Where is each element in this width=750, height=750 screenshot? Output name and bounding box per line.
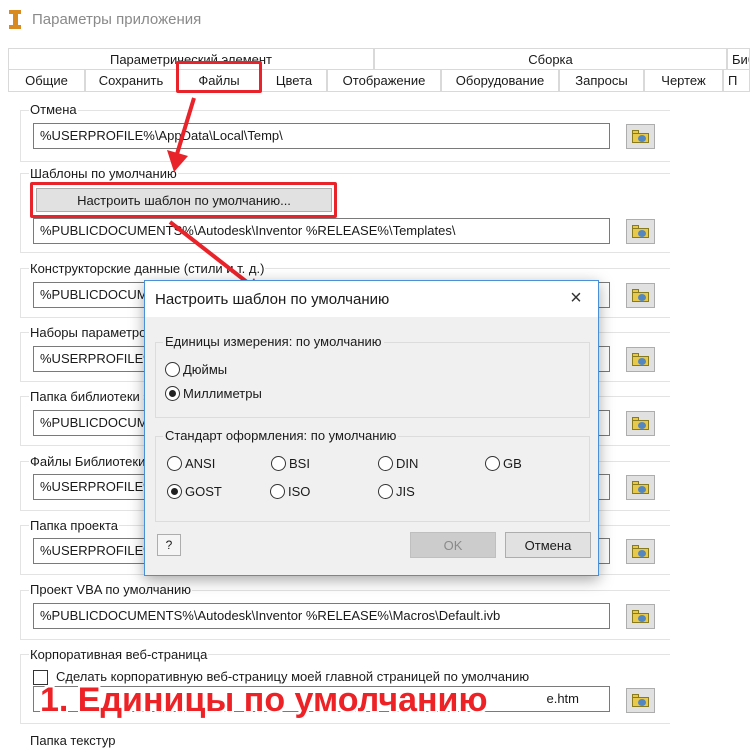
dialog-title-bar: Настроить шаблон по умолчанию ×: [145, 281, 598, 317]
cancel-button[interactable]: Отмена: [505, 532, 591, 558]
tab-general[interactable]: Общие: [8, 69, 85, 91]
folder-browse-icon: [632, 610, 649, 623]
bsi-label: BSI: [289, 456, 310, 471]
web-page-browse-button[interactable]: [626, 688, 655, 713]
design-data-browse-button[interactable]: [626, 283, 655, 308]
inches-label: Дюймы: [183, 362, 228, 377]
design-data-label: Конструкторские данные (стили и т. д.): [29, 261, 266, 276]
radio-jis[interactable]: [378, 484, 393, 499]
radio-ansi[interactable]: [167, 456, 182, 471]
folder-browse-icon: [632, 545, 649, 558]
templates-browse-button[interactable]: [626, 219, 655, 244]
help-icon[interactable]: ?: [157, 534, 181, 556]
title-bar: Параметры приложения: [0, 0, 750, 38]
jis-label: JIS: [396, 484, 415, 499]
lib-files-label: Файлы Библиотеки: [29, 454, 147, 469]
tab-strip: Параметрический элемент Сборка Бибт Общи…: [8, 48, 750, 92]
lib-folder-label: Папка библиотеки э: [29, 389, 152, 404]
gost-label: GOST: [185, 484, 222, 499]
templates-label: Шаблоны по умолчанию: [29, 166, 178, 181]
lib-files-browse-button[interactable]: [626, 475, 655, 500]
folder-browse-icon: [632, 130, 649, 143]
project-folder-label: Папка проекта: [29, 518, 120, 533]
inventor-icon: [8, 8, 22, 30]
param-sets-browse-button[interactable]: [626, 347, 655, 372]
undo-browse-button[interactable]: [626, 124, 655, 149]
tab-assembly[interactable]: Сборка: [374, 48, 727, 69]
vba-label: Проект VBA по умолчанию: [29, 582, 192, 597]
tab-more[interactable]: П: [723, 69, 750, 91]
tab-hardware[interactable]: Оборудование: [441, 69, 559, 91]
tab-save[interactable]: Сохранить: [85, 69, 177, 91]
project-folder-browse-button[interactable]: [626, 539, 655, 564]
radio-bsi[interactable]: [271, 456, 286, 471]
units-group: [155, 342, 590, 418]
folder-browse-icon: [632, 417, 649, 430]
undo-label: Отмена: [29, 102, 78, 117]
param-sets-label: Наборы параметров: [29, 325, 155, 340]
standard-label: Стандарт оформления: по умолчанию: [163, 428, 399, 443]
iso-label: ISO: [288, 484, 311, 499]
close-icon[interactable]: ×: [566, 288, 586, 309]
web-page-label: Корпоративная веб-страница: [29, 647, 209, 662]
ansi-label: ANSI: [185, 456, 216, 471]
folder-browse-icon: [632, 225, 649, 238]
vba-browse-button[interactable]: [626, 604, 655, 629]
radio-gb[interactable]: [485, 456, 500, 471]
tab-drawing[interactable]: Чертеж: [644, 69, 723, 91]
textures-label: Папка текстур: [29, 733, 117, 748]
files-tab-highlight: [176, 61, 262, 93]
radio-inches[interactable]: [165, 362, 180, 377]
configure-template-dialog: Настроить шаблон по умолчанию × Единицы …: [144, 280, 599, 576]
lib-folder-browse-button[interactable]: [626, 411, 655, 436]
tab-prompts[interactable]: Запросы: [559, 69, 644, 91]
din-label: DIN: [396, 456, 419, 471]
millimeters-label: Миллиметры: [183, 386, 262, 401]
web-page-path-tail: e.htm: [546, 691, 579, 706]
vba-path-field[interactable]: %PUBLICDOCUMENTS%\Autodesk\Inventor %REL…: [33, 603, 610, 629]
tab-library[interactable]: Бибт: [727, 48, 750, 69]
templates-path-field[interactable]: %PUBLICDOCUMENTS%\Autodesk\Inventor %REL…: [33, 218, 610, 244]
radio-millimeters[interactable]: [165, 386, 180, 401]
standard-group: [155, 436, 590, 522]
folder-browse-icon: [632, 481, 649, 494]
tab-display[interactable]: Отображение: [327, 69, 441, 91]
folder-browse-icon: [632, 353, 649, 366]
radio-iso[interactable]: [270, 484, 285, 499]
gb-label: GB: [503, 456, 522, 471]
tab-colors[interactable]: Цвета: [261, 69, 327, 91]
window-title: Параметры приложения: [32, 10, 202, 28]
undo-path-field[interactable]: %USERPROFILE%\AppData\Local\Temp\: [33, 123, 610, 149]
dialog-title: Настроить шаблон по умолчанию: [155, 290, 390, 308]
radio-gost[interactable]: [167, 484, 182, 499]
folder-browse-icon: [632, 289, 649, 302]
radio-din[interactable]: [378, 456, 393, 471]
ok-button[interactable]: OK: [410, 532, 496, 558]
annotation-caption: 1. Единицы по умолчанию: [40, 681, 488, 719]
configure-button-highlight: [30, 182, 337, 218]
units-label: Единицы измерения: по умолчанию: [163, 334, 384, 349]
folder-browse-icon: [632, 694, 649, 707]
